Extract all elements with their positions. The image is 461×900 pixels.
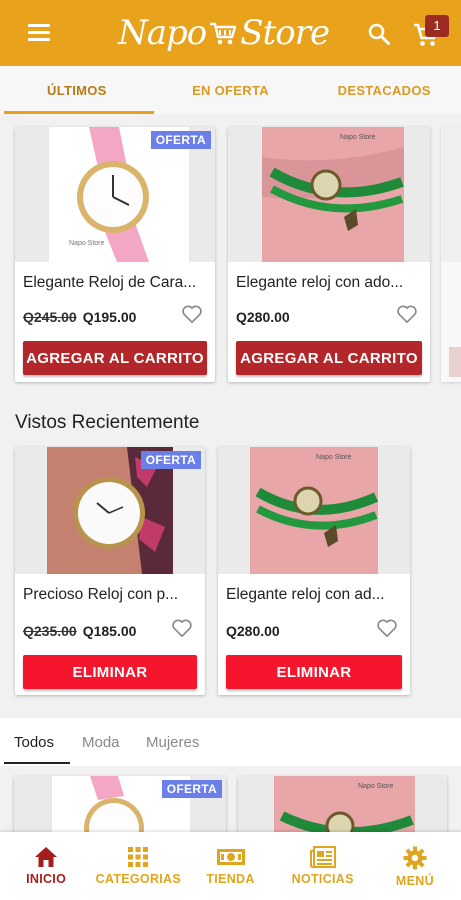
old-price: Q245.00 [23,309,77,325]
logo-text-right: Store [240,13,330,53]
add-to-cart-button[interactable]: AGREGAR AL CARRITO [23,341,207,375]
filter-women[interactable]: Mujeres [146,734,199,751]
watch-image-green: Napo Store [250,447,379,574]
gear-icon [403,846,427,870]
product-prices: Q245.00 Q195.00 [23,309,136,325]
current-price: Q280.00 [226,623,280,639]
old-price: Q235.00 [23,623,77,639]
tab-on-sale[interactable]: EN OFERTA [154,66,308,114]
tab-latest[interactable]: ÚLTIMOS [0,66,154,114]
category-filter-bar: Todos Moda Mujeres [0,718,461,766]
current-price: Q185.00 [82,623,137,639]
search-icon[interactable] [367,22,391,46]
store-logo[interactable]: Napo Store [118,8,330,58]
cart-count-badge: 1 [425,15,449,37]
product-name[interactable]: Precioso Reloj con p... [23,586,197,604]
product-name[interactable]: Elegante Reloj de Cara... [23,274,207,292]
nav-store[interactable]: TIENDA [184,832,276,900]
offer-badge: OFERTA [161,780,222,798]
product-image [441,127,461,262]
grid-icon [128,847,149,867]
product-prices: Q280.00 [236,309,290,325]
tab-featured[interactable]: DESTACADOS [307,66,461,114]
bottom-navigation: INICIO CATEGORIAS TIENDA NOTICIAS MENÚ [0,832,461,900]
tab-indicator [4,111,154,114]
svg-text:Napo Store: Napo Store [358,783,394,790]
hamburger-menu-icon[interactable] [28,24,50,42]
recent-product-card[interactable]: OFERTA Precioso Reloj con p... Q235.00 Q1… [15,447,205,695]
product-tabs: ÚLTIMOS EN OFERTA DESTACADOS [0,66,461,114]
logo-cart-icon [210,22,237,45]
recent-product-card[interactable]: Napo Store Elegante reloj con ad... Q280… [218,447,410,695]
offer-badge: OFERTA [140,451,201,469]
heart-icon[interactable] [396,304,418,324]
filter-all[interactable]: Todos [14,734,54,751]
app-screen: Napo Store 1 ÚLTIMOS EN OFERTA DESTACADO [0,0,461,900]
product-image[interactable]: OFERTA [15,447,205,574]
nav-menu[interactable]: MENÚ [369,832,461,900]
watch-image-green: Napo Store [262,127,404,262]
svg-text:Napo Store: Napo Store [316,454,352,461]
offer-badge: OFERTA [150,131,211,149]
current-price: Q195.00 [82,309,137,325]
nav-news[interactable]: NOTICIAS [277,832,369,900]
logo-text-left: Napo [118,13,207,53]
add-to-cart-button-peek [449,347,461,377]
svg-text:Napo Store: Napo Store [69,240,105,247]
nav-label: NOTICIAS [291,872,354,886]
store-icon [216,849,245,865]
nav-label: CATEGORIAS [95,872,182,886]
product-card[interactable]: Napo Store Elegante reloj con ado... Q28… [228,127,430,382]
product-card[interactable]: Napo Store OFERTA Elegante Reloj de Cara… [15,127,215,382]
nav-home[interactable]: INICIO [0,832,92,900]
heart-icon[interactable] [181,304,203,324]
add-to-cart-button[interactable]: AGREGAR AL CARRITO [236,341,422,375]
filter-indicator [4,762,70,764]
product-card-peek[interactable] [441,127,461,382]
product-prices: Q235.00 Q185.00 [23,623,136,639]
nav-label: INICIO [26,872,67,886]
current-price: Q280.00 [236,309,290,325]
app-bar: Napo Store 1 [0,0,461,66]
heart-icon[interactable] [171,618,193,638]
product-image[interactable]: Napo Store [228,127,430,262]
product-name[interactable]: Elegante reloj con ado... [236,274,422,292]
svg-text:Napo Store: Napo Store [340,134,376,141]
home-icon [35,847,58,867]
product-image[interactable]: Napo Store OFERTA [15,127,215,262]
heart-icon[interactable] [376,618,398,638]
news-icon [309,846,336,868]
recently-viewed-title: Vistos Recientemente [15,412,200,433]
product-name[interactable]: Elegante reloj con ad... [226,586,402,604]
nav-label: MENÚ [395,874,434,888]
nav-label: TIENDA [206,872,255,886]
remove-button[interactable]: ELIMINAR [23,655,197,689]
nav-categories[interactable]: CATEGORIAS [92,832,184,900]
product-image[interactable]: Napo Store [218,447,410,574]
product-prices: Q280.00 [226,623,280,639]
remove-button[interactable]: ELIMINAR [226,655,402,689]
filter-fashion[interactable]: Moda [82,734,120,751]
